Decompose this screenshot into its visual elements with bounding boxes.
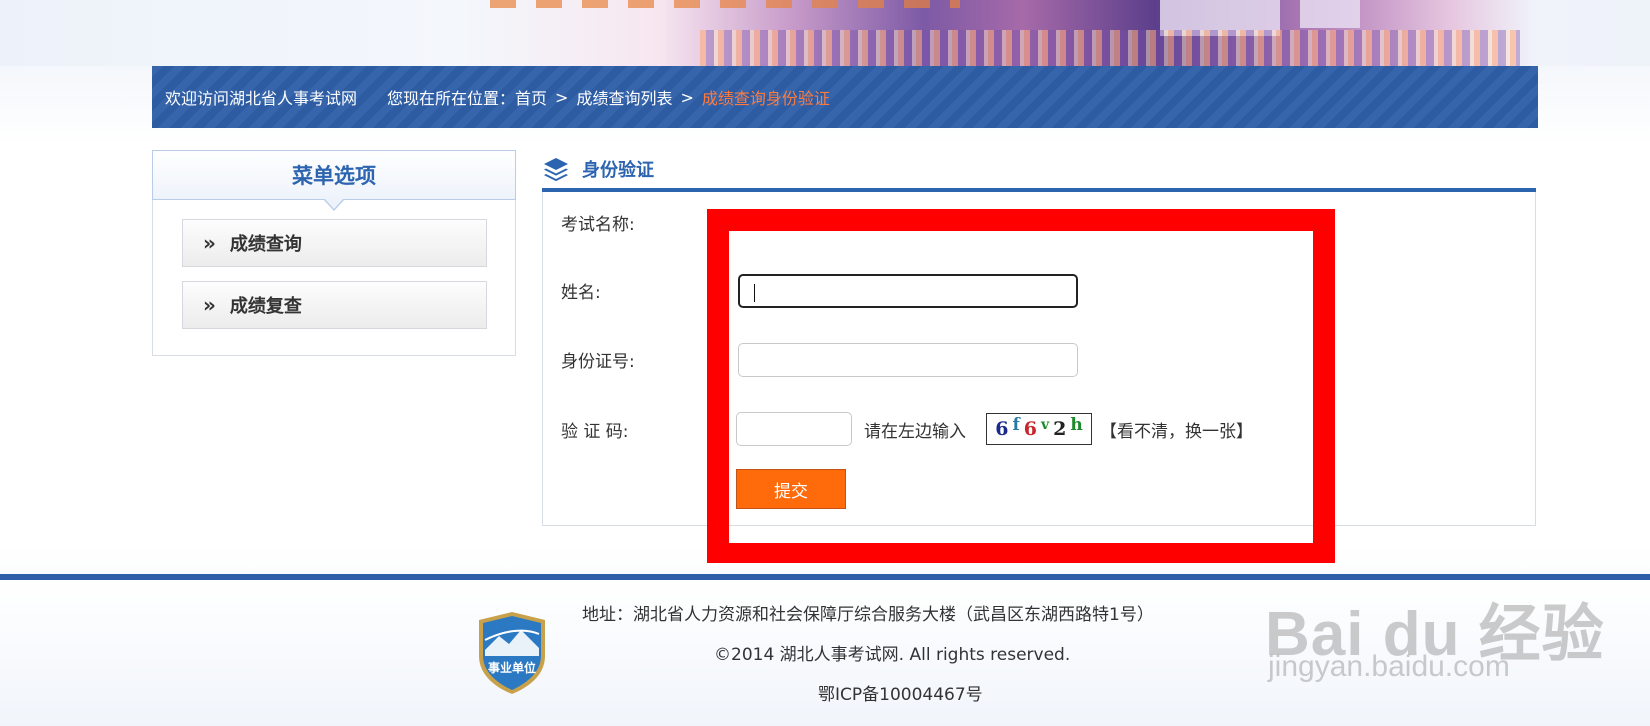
breadcrumb-separator: >: [680, 87, 694, 107]
welcome-text: 欢迎访问湖北省人事考试网: [165, 89, 358, 108]
id-number-label: 身份证号:: [561, 352, 635, 372]
layers-icon: [544, 157, 568, 181]
nav-bar: 欢迎访问湖北省人事考试网 您现在所在位置： 首页 > 成绩查询列表 > 成绩查询…: [152, 66, 1538, 128]
sidebar-item-score-review[interactable]: » 成绩复查: [182, 281, 487, 329]
section-header: 身份验证: [542, 153, 1536, 192]
captcha-char: 6: [1023, 418, 1038, 440]
footer-copyright: ©2014 湖北人事考试网. All rights reserved.: [714, 645, 1071, 665]
submit-button[interactable]: 提交: [736, 469, 846, 509]
id-number-input[interactable]: [738, 343, 1078, 377]
header-banner: [0, 0, 1650, 66]
breadcrumb-current: 成绩查询身份验证: [701, 89, 830, 108]
breadcrumb-score-list[interactable]: 成绩查询列表: [576, 85, 672, 109]
verify-form: 考试名称: 姓名: 身份证号: 验 证 码: 请在左边输入 6 f 6 v 2 …: [542, 192, 1536, 526]
sidebar-item-label: 成绩复查: [229, 296, 302, 317]
sidebar-item-label: 成绩查询: [229, 234, 302, 255]
public-institution-badge: 事业单位: [479, 612, 545, 694]
captcha-input[interactable]: [736, 412, 852, 446]
sidebar-item-score-query[interactable]: » 成绩查询: [182, 219, 487, 267]
badge-label: 事业单位: [488, 660, 536, 675]
baidu-watermark-url: jingyan.baidu.com: [1268, 650, 1510, 683]
captcha-char: f: [1012, 415, 1020, 435]
banner-cityscape: [700, 30, 1520, 66]
banner-title-fragment: [490, 0, 960, 8]
captcha-hint: 请在左边输入: [864, 422, 966, 442]
captcha-char: 2: [1053, 418, 1067, 440]
captcha-char: 6: [995, 418, 1009, 440]
captcha-char: v: [1041, 417, 1050, 433]
menu-title-pointer: [323, 198, 345, 211]
text-caret: [754, 284, 755, 302]
footer-icp[interactable]: 鄂ICP备10004467号: [818, 680, 983, 705]
breadcrumb-separator: >: [555, 87, 569, 107]
location-prefix: 您现在所在位置：: [387, 89, 516, 108]
name-input[interactable]: [738, 274, 1078, 308]
refresh-captcha-link[interactable]: 【看不清，换一张】: [1100, 417, 1253, 442]
captcha-image[interactable]: 6 f 6 v 2 h: [986, 413, 1092, 445]
double-chevron-icon: »: [203, 293, 216, 317]
menu-title: 菜单选项: [152, 150, 516, 211]
sidebar-menu: 菜单选项 » 成绩查询 » 成绩复查: [152, 150, 516, 356]
name-label: 姓名:: [561, 283, 601, 303]
section-title: 身份验证: [582, 159, 654, 181]
double-chevron-icon: »: [203, 231, 216, 255]
breadcrumb-home[interactable]: 首页: [515, 85, 547, 109]
captcha-label: 验 证 码:: [561, 422, 629, 442]
exam-name-label: 考试名称:: [561, 215, 635, 235]
captcha-char: h: [1070, 415, 1083, 435]
footer-address: 地址：湖北省人力资源和社会保障厅综合服务大楼（武昌区东湖西路特1号）: [582, 605, 1154, 625]
